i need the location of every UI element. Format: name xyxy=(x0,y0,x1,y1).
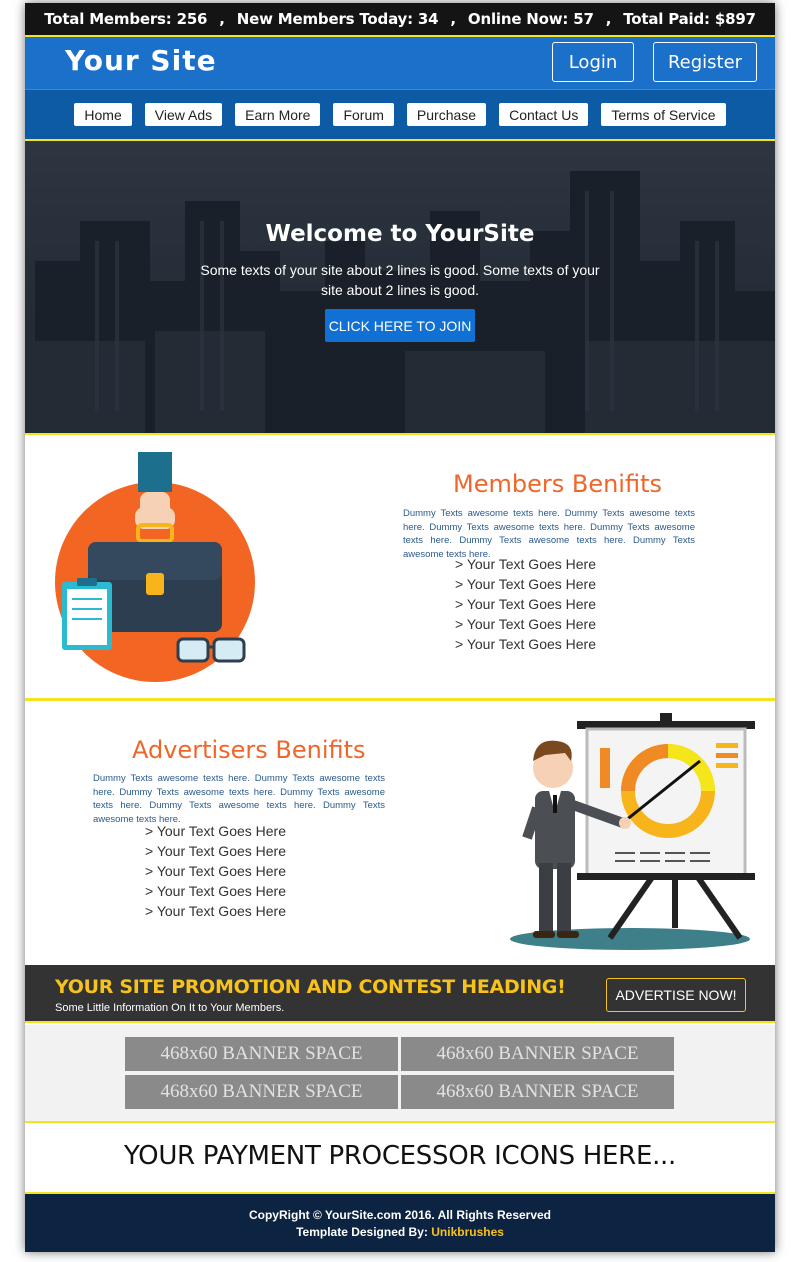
hero-title: Welcome to YourSite xyxy=(265,221,535,247)
stat-online: Online Now: 57 xyxy=(467,10,594,28)
advertisers-title: Advertisers Benifits xyxy=(132,736,366,764)
stat-total-paid: Total Paid: $897 xyxy=(623,10,756,28)
banner-slot[interactable]: 468x60 BANNER SPACE xyxy=(401,1075,674,1109)
nav-home[interactable]: Home xyxy=(74,103,132,126)
list-item: > Your Text Goes Here xyxy=(145,843,286,859)
advertisers-bullet-list: > Your Text Goes Here > Your Text Goes H… xyxy=(145,821,286,921)
nav-contact-us[interactable]: Contact Us xyxy=(499,103,589,126)
payment-processors-text: YOUR PAYMENT PROCESSOR ICONS HERE... xyxy=(124,1141,676,1171)
stat-new-members: New Members Today: 34 xyxy=(236,10,439,28)
nav-terms[interactable]: Terms of Service xyxy=(601,103,726,126)
list-item: > Your Text Goes Here xyxy=(145,863,286,879)
banner-slot[interactable]: 468x60 BANNER SPACE xyxy=(401,1037,674,1071)
advertisers-description: Dummy Texts awesome texts here. Dummy Te… xyxy=(93,773,385,825)
list-item: > Your Text Goes Here xyxy=(455,596,596,612)
list-item: > Your Text Goes Here xyxy=(455,576,596,592)
banner-slot[interactable]: 468x60 BANNER SPACE xyxy=(125,1075,398,1109)
promotion-title: YOUR SITE PROMOTION AND CONTEST HEADING! xyxy=(55,976,566,998)
advertisers-section: Advertisers Benifits Dummy Texts awesome… xyxy=(25,698,775,965)
stat-separator: , xyxy=(219,10,225,28)
list-item: > Your Text Goes Here xyxy=(455,636,596,652)
main-nav: Home View Ads Earn More Forum Purchase C… xyxy=(25,89,775,141)
join-button[interactable]: CLICK HERE TO JOIN xyxy=(325,309,475,342)
footer-designer-link[interactable]: Unikbrushes xyxy=(431,1225,504,1239)
list-item: > Your Text Goes Here xyxy=(145,823,286,839)
register-button[interactable]: Register xyxy=(653,42,757,82)
nav-earn-more[interactable]: Earn More xyxy=(235,103,321,126)
members-description: Dummy Texts awesome texts here. Dummy Te… xyxy=(403,508,695,560)
presenter-chart-icon xyxy=(510,713,755,950)
members-title: Members Benifits xyxy=(453,470,662,498)
stats-bar: Total Members: 256 , New Members Today: … xyxy=(25,3,775,35)
briefcase-hand-icon xyxy=(55,452,255,682)
list-item: > Your Text Goes Here xyxy=(145,883,286,899)
list-item: > Your Text Goes Here xyxy=(145,903,286,919)
nav-purchase[interactable]: Purchase xyxy=(406,103,487,126)
list-item: > Your Text Goes Here xyxy=(455,616,596,632)
nav-view-ads[interactable]: View Ads xyxy=(144,103,223,126)
hero-text: Some texts of your site about 2 lines is… xyxy=(200,262,600,298)
stat-total-members: Total Members: 256 xyxy=(44,10,208,28)
advertise-now-button[interactable]: ADVERTISE NOW! xyxy=(606,978,746,1012)
payment-processors: YOUR PAYMENT PROCESSOR ICONS HERE... xyxy=(25,1121,775,1194)
page: Total Members: 256 , New Members Today: … xyxy=(25,3,775,1252)
login-button[interactable]: Login xyxy=(552,42,634,82)
list-item: > Your Text Goes Here xyxy=(455,556,596,572)
site-logo[interactable]: Your Site xyxy=(65,44,217,77)
promotion-banner: YOUR SITE PROMOTION AND CONTEST HEADING!… xyxy=(25,965,775,1023)
members-bullet-list: > Your Text Goes Here > Your Text Goes H… xyxy=(455,554,596,654)
footer-copyright: CopyRight © YourSite.com 2016. All Right… xyxy=(248,1208,552,1222)
stat-separator: , xyxy=(605,10,612,28)
stat-separator: , xyxy=(450,10,456,28)
hero-section: Welcome to YourSite Some texts of your s… xyxy=(25,141,775,433)
members-section: Members Benifits Dummy Texts awesome tex… xyxy=(25,433,775,698)
footer-designed-by: Template Designed By: xyxy=(296,1225,428,1239)
banner-slot[interactable]: 468x60 BANNER SPACE xyxy=(125,1037,398,1071)
site-header: Your Site Login Register xyxy=(25,35,775,89)
nav-forum[interactable]: Forum xyxy=(333,103,394,126)
footer-credits: Template Designed By: Unikbrushes xyxy=(25,1225,775,1239)
site-footer: CopyRight © YourSite.com 2016. All Right… xyxy=(25,1194,775,1252)
promotion-subtitle: Some Little Information On It to Your Me… xyxy=(55,1002,285,1014)
banner-area: 468x60 BANNER SPACE 468x60 BANNER SPACE … xyxy=(25,1025,775,1121)
